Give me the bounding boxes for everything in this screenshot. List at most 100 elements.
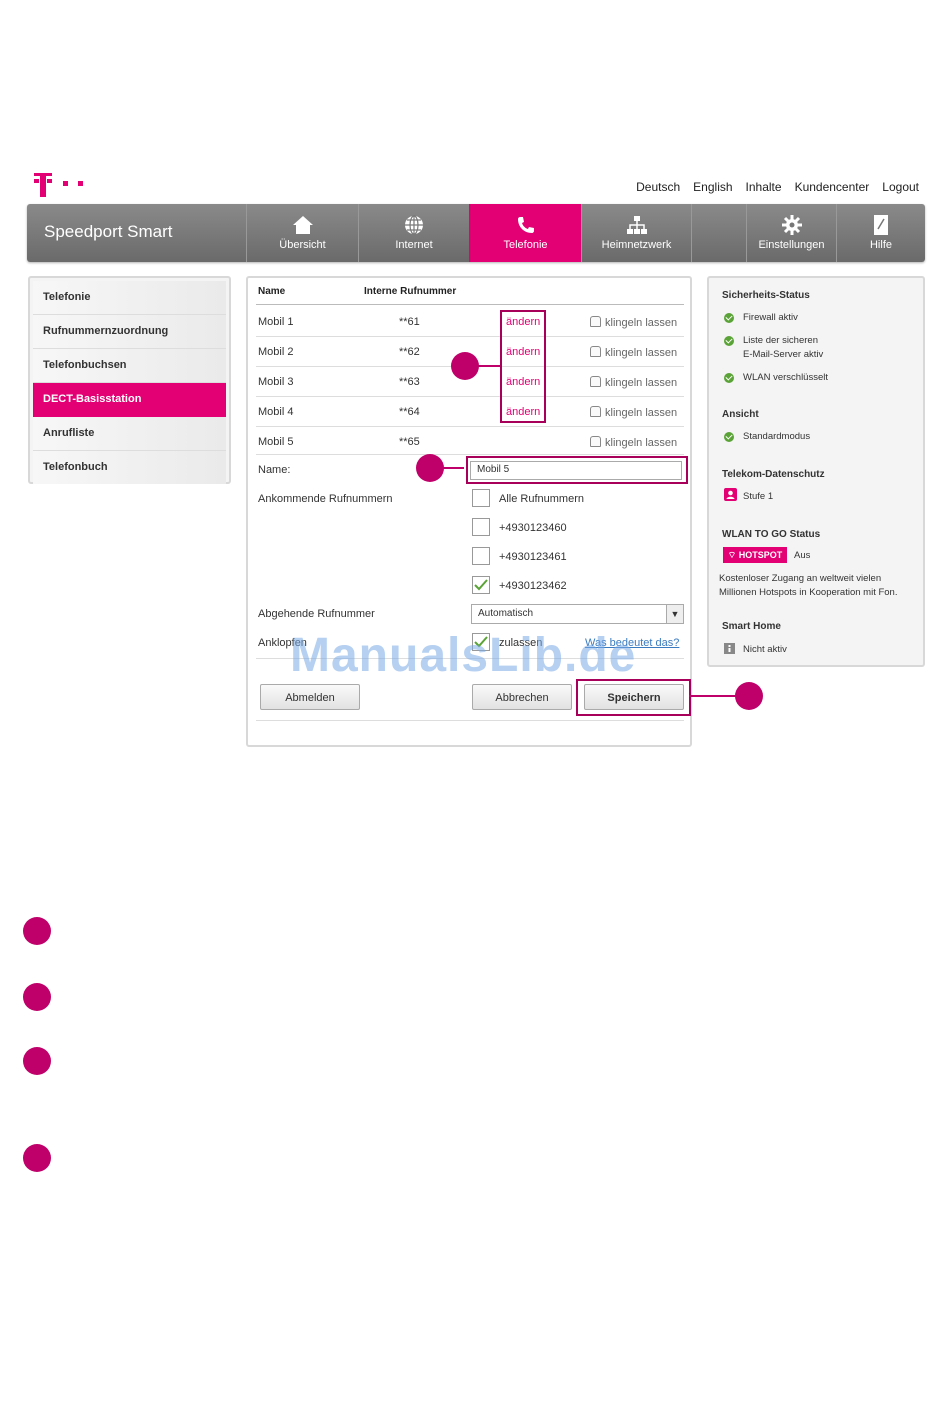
hotspot-description: Millionen Hotspots in Kooperation mit Fo… [719, 587, 898, 598]
sidebar-item-rufnummernzuordnung[interactable]: Rufnummernzuordnung [33, 315, 226, 349]
status-panel: Sicherheits-Status Firewall aktiv Liste … [707, 276, 925, 667]
main-navbar: Speedport Smart Übersicht Internet Telef… [27, 204, 925, 262]
info-icon [724, 643, 735, 654]
bell-icon [590, 406, 601, 417]
checkbox-label: +4930123460 [499, 522, 567, 534]
link-english[interactable]: English [693, 180, 732, 194]
telekom-logo [34, 173, 83, 197]
ring-button[interactable]: klingeln lassen [590, 316, 677, 329]
nav-internet[interactable]: Internet [358, 204, 469, 262]
nav-einstellungen[interactable]: Einstellungen [746, 204, 836, 262]
ring-button[interactable]: klingeln lassen [590, 406, 677, 419]
handset-number: **64 [399, 406, 420, 418]
watermark: ManualsLib.de [290, 629, 637, 682]
sidebar-item-dect-basisstation[interactable]: DECT-Basisstation [33, 383, 226, 417]
name-label: Name: [258, 464, 291, 476]
chevron-down-icon: ▼ [666, 605, 683, 623]
handset-number: **65 [399, 436, 420, 448]
checkbox-number-2[interactable] [472, 547, 490, 565]
sidebar: Telefonie Rufnummernzuordnung Telefonbuc… [28, 276, 231, 484]
checkbox-all-numbers[interactable] [472, 489, 490, 507]
ok-check-icon [724, 373, 734, 383]
security-status-title: Sicherheits-Status [722, 290, 810, 301]
nav-spacer [691, 204, 746, 262]
divider [256, 426, 684, 427]
gear-icon [781, 215, 802, 235]
wlan-to-go-title: WLAN TO GO Status [722, 529, 821, 540]
callout-marker [416, 454, 444, 482]
bell-icon [590, 376, 601, 387]
name-input-highlight [466, 456, 688, 484]
hotspot-badge: ⌔ HOTSPOT [723, 547, 787, 563]
save-button-highlight [576, 679, 691, 716]
nav-heimnetzwerk[interactable]: Heimnetzwerk [581, 204, 691, 262]
bell-icon [590, 316, 601, 327]
handset-name: Mobil 4 [258, 406, 294, 418]
help-book-icon [874, 215, 888, 235]
step-bullet [23, 1047, 51, 1075]
ok-check-icon [724, 313, 734, 323]
top-links: Deutsch English Inhalte Kundencenter Log… [636, 180, 919, 194]
handset-name: Mobil 1 [258, 316, 294, 328]
privacy-user-icon [724, 488, 737, 501]
privacy-level[interactable]: Stufe 1 [743, 490, 773, 504]
mailserver-status: Liste der sicheren [743, 335, 818, 346]
divider [256, 396, 684, 397]
divider [256, 304, 684, 305]
home-icon [292, 216, 313, 234]
wifi-icon: ⌔ [727, 550, 739, 560]
checkmark-icon [474, 579, 488, 591]
cancel-button[interactable]: Abbrechen [472, 684, 572, 710]
hotspot-description: Kostenloser Zugang an weltweit vielen [719, 573, 882, 584]
checkbox-number-3[interactable] [472, 576, 490, 594]
nav-uebersicht[interactable]: Übersicht [246, 204, 358, 262]
link-logout[interactable]: Logout [882, 180, 919, 194]
callout-marker [735, 682, 763, 710]
handset-number: **61 [399, 316, 420, 328]
sidebar-item-telefonbuch[interactable]: Telefonbuch [33, 451, 226, 484]
smart-home-status[interactable]: Nicht aktiv [743, 643, 787, 657]
outgoing-select[interactable]: Automatisch ▼ [471, 604, 684, 624]
callout-line [689, 695, 736, 697]
checkbox-label: +4930123461 [499, 551, 567, 563]
callout-line [443, 467, 464, 469]
handset-name: Mobil 2 [258, 346, 294, 358]
ok-check-icon [724, 336, 734, 346]
checkbox-number-1[interactable] [472, 518, 490, 536]
sidebar-item-anrufliste[interactable]: Anrufliste [33, 417, 226, 451]
nav-hilfe[interactable]: Hilfe [836, 204, 925, 262]
hotspot-state[interactable]: Aus [794, 549, 810, 563]
smart-home-title: Smart Home [722, 621, 781, 632]
ring-button[interactable]: klingeln lassen [590, 436, 677, 449]
globe-icon [405, 215, 423, 235]
network-icon [626, 216, 647, 234]
view-mode[interactable]: Standardmodus [743, 430, 810, 444]
firewall-status: Firewall aktiv [743, 312, 798, 323]
nav-telefonie[interactable]: Telefonie [469, 204, 581, 262]
logout-button[interactable]: Abmelden [260, 684, 360, 710]
link-deutsch[interactable]: Deutsch [636, 180, 680, 194]
phone-icon [517, 217, 534, 233]
link-kundencenter[interactable]: Kundencenter [795, 180, 870, 194]
checkbox-label: Alle Rufnummern [499, 493, 584, 505]
sidebar-item-telefonie[interactable]: Telefonie [33, 281, 226, 315]
bell-icon [590, 436, 601, 447]
ring-button[interactable]: klingeln lassen [590, 346, 677, 359]
sidebar-item-telefonbuchsen[interactable]: Telefonbuchsen [33, 349, 226, 383]
ring-button[interactable]: klingeln lassen [590, 376, 677, 389]
step-bullet [23, 917, 51, 945]
step-bullet [23, 1144, 51, 1172]
step-bullet [23, 983, 51, 1011]
view-title: Ansicht [722, 409, 759, 420]
checkbox-label: +4930123462 [499, 580, 567, 592]
wlan-status: WLAN verschlüsselt [743, 372, 828, 383]
divider [256, 454, 684, 455]
ok-check-icon [724, 432, 734, 442]
outgoing-label: Abgehende Rufnummer [258, 608, 375, 620]
handset-name: Mobil 5 [258, 436, 294, 448]
divider [256, 336, 684, 337]
handset-number: **63 [399, 376, 420, 388]
handset-name: Mobil 3 [258, 376, 294, 388]
handset-number: **62 [399, 346, 420, 358]
link-inhalte[interactable]: Inhalte [746, 180, 782, 194]
